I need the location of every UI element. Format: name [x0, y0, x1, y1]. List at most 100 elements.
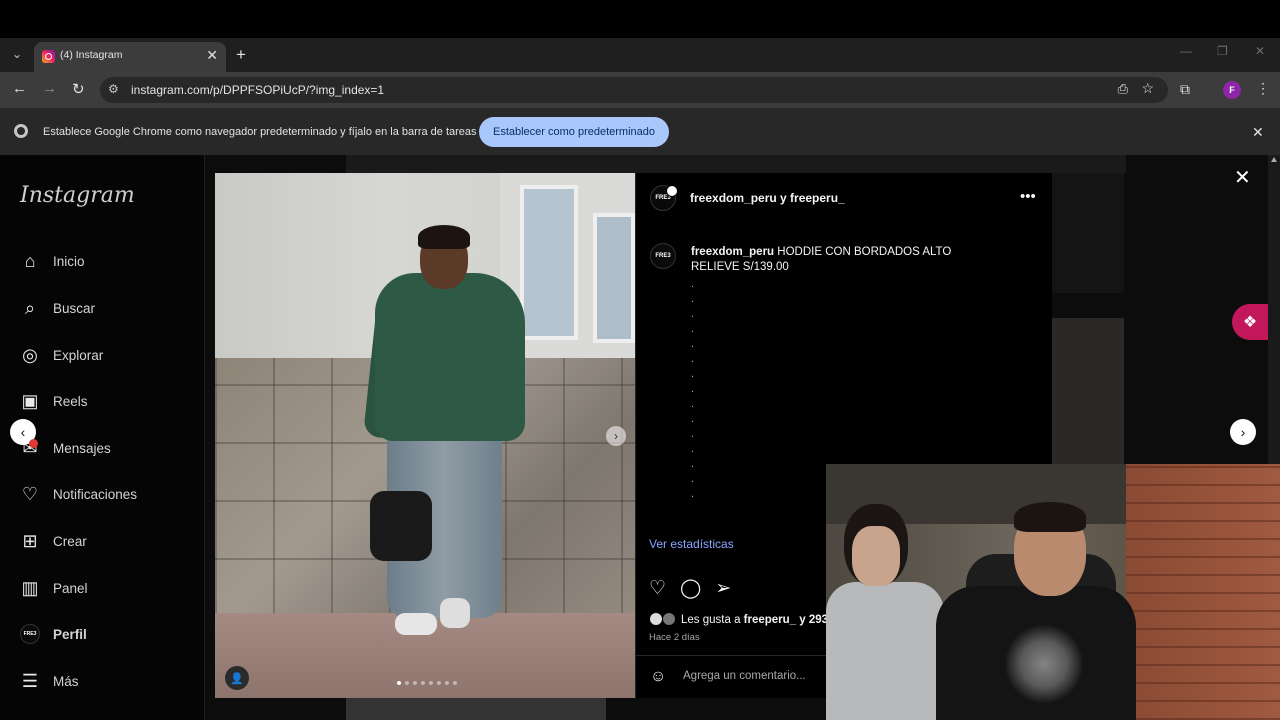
- cam-person-left-face: [852, 526, 900, 586]
- extensions-puzzle-icon[interactable]: ⧉: [1180, 81, 1190, 98]
- carousel-dot: [429, 681, 433, 685]
- tab-search-chevron-icon[interactable]: ⌄: [8, 44, 26, 64]
- close-post-icon[interactable]: ✕: [1234, 165, 1251, 190]
- cam-shirt-print: [1004, 624, 1084, 704]
- user-tags-icon[interactable]: 👤: [225, 666, 249, 690]
- comment-bubble-icon[interactable]: ◯: [680, 577, 701, 600]
- menu-icon: ☰: [21, 670, 39, 691]
- post-authors[interactable]: freexdom_peru y freeperu_: [690, 191, 845, 205]
- restore-icon[interactable]: ❐: [1217, 44, 1228, 58]
- post-timestamp[interactable]: Hace 2 días: [649, 632, 700, 643]
- install-app-icon[interactable]: ⎙: [1118, 81, 1128, 97]
- tab-title: (4) Instagram: [60, 49, 123, 61]
- photo-bag: [370, 491, 432, 561]
- nav-item-perfil[interactable]: FRE3 Perfil: [20, 622, 87, 646]
- nav-item-buscar[interactable]: ⌕ Buscar: [20, 296, 95, 320]
- likes-prefix: Les gusta a: [681, 614, 744, 626]
- window-close-icon[interactable]: ✕: [1255, 44, 1265, 58]
- nav-label: Más: [53, 673, 79, 689]
- likes-user[interactable]: freeperu_: [744, 614, 796, 626]
- likes-count[interactable]: y 293: [796, 614, 828, 626]
- compass-icon: ◎: [22, 344, 38, 365]
- view-insights-link[interactable]: Ver estadísticas: [649, 537, 734, 551]
- liker-avatar: [649, 612, 663, 626]
- carousel-dot: [397, 681, 401, 685]
- nav-label: Mensajes: [53, 440, 111, 456]
- backdrop-feed: [1052, 318, 1124, 468]
- carousel-dot: [421, 681, 425, 685]
- dashboard-icon: ▥: [21, 577, 39, 598]
- back-arrow-icon[interactable]: ←: [12, 80, 27, 97]
- nav-label: Perfil: [53, 626, 87, 642]
- url-text[interactable]: instagram.com/p/DPPFSOPiUcP/?img_index=1: [131, 83, 384, 97]
- infobar-close-icon[interactable]: ✕: [1252, 124, 1264, 141]
- like-heart-icon[interactable]: ♡: [649, 577, 666, 600]
- nav-label: Inicio: [53, 253, 85, 269]
- carousel-dot: [413, 681, 417, 685]
- forward-arrow-icon[interactable]: →: [42, 80, 57, 97]
- nav-item-inicio[interactable]: ⌂ Inicio: [20, 249, 85, 273]
- cam-person-right-hair: [1014, 502, 1086, 532]
- photo-window: [520, 185, 578, 340]
- reload-icon[interactable]: ↻: [72, 80, 85, 98]
- nav-item-panel[interactable]: ▥ Panel: [20, 576, 88, 600]
- photo-hoodie: [375, 273, 525, 441]
- nav-label: Notificaciones: [53, 486, 138, 502]
- top-black-bar: [0, 0, 1280, 38]
- likes-summary[interactable]: Les gusta a freeperu_ y 293: [681, 614, 828, 626]
- heart-icon: ♡: [21, 483, 39, 504]
- infobar-message: Establece Google Chrome como navegador p…: [43, 126, 477, 138]
- home-icon: ⌂: [24, 250, 36, 271]
- notification-badge: [29, 439, 38, 448]
- carousel-dot: [445, 681, 449, 685]
- caption-avatar[interactable]: FRE3: [650, 243, 676, 269]
- nav-item-crear[interactable]: ⊞ Crear: [20, 529, 87, 553]
- webcam-overlay: [826, 464, 1280, 720]
- backdrop-feed: [346, 698, 606, 720]
- cam-person-left-body: [826, 582, 944, 720]
- search-icon: ⌕: [24, 297, 36, 318]
- post-actions: ♡ ◯ ➢: [649, 577, 731, 600]
- nav-label: Reels: [53, 393, 88, 409]
- tab-close-icon[interactable]: ✕: [206, 47, 218, 64]
- nav-item-mas[interactable]: ☰ Más: [20, 669, 79, 693]
- nav-item-explorar[interactable]: ◎ Explorar: [20, 343, 103, 367]
- reels-icon: ▣: [21, 390, 39, 411]
- set-default-button[interactable]: Establecer como predeterminado: [479, 117, 669, 147]
- instagram-logo[interactable]: Instagram: [20, 183, 135, 208]
- cam-brick-wall: [1126, 464, 1280, 720]
- chrome-menu-icon[interactable]: ⋮: [1256, 80, 1270, 97]
- next-post-button[interactable]: ›: [1230, 419, 1256, 445]
- emoji-icon[interactable]: ☺: [650, 668, 666, 686]
- caption-dots: . . . . . . . . . . . . . . .: [691, 278, 695, 500]
- previous-post-button[interactable]: ‹: [10, 419, 38, 448]
- site-settings-icon[interactable]: ⚙: [108, 82, 119, 96]
- collab-avatar[interactable]: [666, 185, 678, 197]
- nav-label: Panel: [53, 580, 88, 596]
- browser-tab[interactable]: (4) Instagram ✕: [34, 42, 226, 72]
- more-options-icon[interactable]: •••: [1020, 188, 1036, 205]
- minimize-icon[interactable]: —: [1180, 44, 1192, 58]
- new-tab-button[interactable]: +: [236, 45, 246, 65]
- profile-avatar: FRE3: [20, 624, 40, 644]
- instagram-favicon-icon: [42, 50, 55, 63]
- comment-input[interactable]: Agrega un comentario...: [683, 670, 806, 682]
- profile-avatar-button[interactable]: F: [1223, 81, 1241, 99]
- address-bar[interactable]: ⚙ instagram.com/p/DPPFSOPiUcP/?img_index…: [100, 77, 1168, 103]
- caption-username[interactable]: freexdom_peru: [691, 246, 774, 258]
- backdrop-feed: [346, 155, 1126, 173]
- post-caption: freexdom_peru HODDIE CON BORDADOS ALTO R…: [691, 245, 1001, 275]
- share-send-icon[interactable]: ➢: [715, 577, 731, 600]
- carousel-next-button[interactable]: ›: [606, 426, 626, 446]
- extension-widget-icon[interactable]: ❖: [1232, 304, 1268, 340]
- bookmark-star-icon[interactable]: ☆: [1141, 80, 1154, 97]
- nav-item-notificaciones[interactable]: ♡ Notificaciones: [20, 482, 137, 506]
- carousel-dot: [437, 681, 441, 685]
- nav-label: Crear: [53, 533, 87, 549]
- photo-shoe: [395, 613, 437, 635]
- nav-item-reels[interactable]: ▣ Reels: [20, 389, 88, 413]
- post-image[interactable]: [215, 173, 635, 698]
- carousel-dot: [453, 681, 457, 685]
- chrome-logo-icon: [14, 124, 28, 138]
- nav-label: Explorar: [53, 347, 104, 363]
